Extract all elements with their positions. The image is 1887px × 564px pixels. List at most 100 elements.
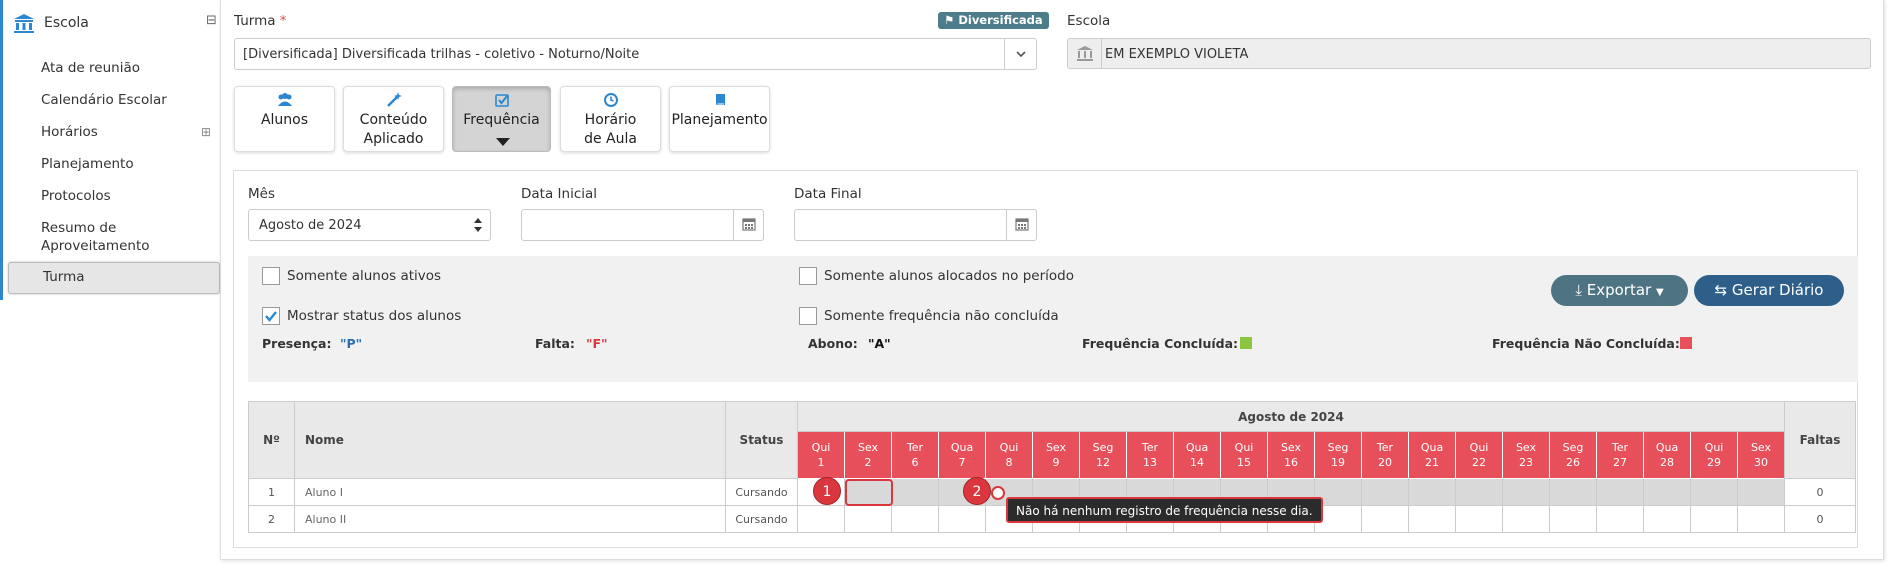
attendance-cell[interactable] [1643,478,1691,506]
sidebar-section-escola[interactable]: Escola ⊟ [11,12,217,36]
step-marker-1: 1 [813,477,841,505]
day-number: 29 [1707,456,1721,469]
attendance-cell[interactable] [1549,505,1597,533]
expand-icon[interactable]: ⊞ [201,126,211,138]
attendance-cell[interactable] [1408,478,1456,506]
attendance-cell[interactable] [1361,478,1409,506]
day-header: Seg 26 [1549,431,1597,479]
day-number: 22 [1472,456,1486,469]
sidebar-item-turma[interactable]: Turma [8,262,220,294]
attendance-cell[interactable] [891,478,939,506]
data-final-input[interactable] [794,209,1037,241]
attendance-cell[interactable] [891,505,939,533]
attendance-cell[interactable] [1737,478,1785,506]
day-weekday: Qua [1420,441,1444,454]
day-weekday: Qua [950,441,974,454]
attendance-cell[interactable] [1408,505,1456,533]
day-weekday: Ter [1376,441,1394,454]
col-faltas: Faltas [1784,401,1856,479]
attendance-cell[interactable] [1596,478,1644,506]
attendance-cell[interactable] [1549,478,1597,506]
day-weekday: Sex [857,441,879,454]
somente-nao-concluida-checkbox[interactable] [799,307,817,325]
sidebar-item-calendario-escolar[interactable]: Calendário Escolar [41,91,167,109]
mes-select-value: Agosto de 2024 [259,218,362,233]
attendance-cell[interactable] [1690,478,1738,506]
sidebar: Escola ⊟ Ata de reunião Calendário Escol… [0,0,221,300]
sidebar-item-planejamento[interactable]: Planejamento [41,155,134,173]
somente-nao-concluida-label: Somente frequência não concluída [824,308,1059,324]
sidebar-item-label: Turma [43,269,85,285]
tab-conteudo-aplicado[interactable]: Conteúdo Aplicado [343,86,444,152]
exportar-button[interactable]: ⤓ Exportar ▼ [1551,275,1688,306]
collapse-icon[interactable]: ⊟ [206,14,217,27]
somente-ativos-checkbox[interactable] [262,267,280,285]
attendance-cell[interactable] [1502,478,1550,506]
legend-concluida-swatch [1240,337,1252,349]
day-number: 15 [1237,456,1251,469]
day-weekday: Qui [1704,441,1724,454]
download-icon: ⤓ [1575,281,1582,299]
calendar-icon[interactable] [733,210,763,240]
col-name: Nome [294,401,726,479]
caret-down-icon: ▼ [1655,287,1664,298]
attendance-cell[interactable] [938,505,986,533]
attendance-cell[interactable] [1455,505,1503,533]
tab-frequencia[interactable]: Frequência [452,86,551,152]
attendance-cell[interactable] [797,505,845,533]
turma-select[interactable]: [Diversificada] Diversificada trilhas - … [234,38,1037,70]
day-header: Qui 22 [1455,431,1503,479]
col-status: Status [725,401,798,479]
day-weekday: Seg [1562,441,1584,454]
chevron-down-icon[interactable] [1004,39,1036,69]
data-inicial-label: Data Inicial [521,186,598,202]
calendar-icon[interactable] [1006,210,1036,240]
row-status: Cursando [725,505,798,533]
attendance-cell[interactable] [1643,505,1691,533]
day-number: 30 [1754,456,1768,469]
data-inicial-input[interactable] [521,209,764,241]
sidebar-item-protocolos[interactable]: Protocolos [41,187,111,205]
tab-horario-de-aula[interactable]: Horário de Aula [560,86,661,152]
attendance-cell[interactable] [1690,505,1738,533]
sidebar-item-resumo-de-aproveitamento[interactable]: Resumo de Aproveitamento [41,219,161,255]
gerar-diario-button[interactable]: ⇆ Gerar Diário [1694,275,1844,306]
day-weekday: Sex [1045,441,1067,454]
legend-abono-label: Abono: [808,336,858,351]
attendance-cell[interactable] [844,505,892,533]
day-header: Qui 29 [1690,431,1738,479]
somente-alocados-label: Somente alunos alocados no período [824,268,1074,284]
attendance-cell[interactable] [1502,505,1550,533]
attendance-cell[interactable] [1737,505,1785,533]
day-header: Ter 6 [891,431,939,479]
row-num: 1 [248,478,295,506]
escola-label: Escola [1067,13,1111,29]
highlight-box [845,479,893,506]
tab-alunos[interactable]: Alunos [234,86,335,152]
attendance-cell[interactable] [1596,505,1644,533]
legend-falta-label: Falta: [535,336,575,351]
day-header: Sex 2 [844,431,892,479]
somente-alocados-checkbox[interactable] [799,267,817,285]
row-num: 2 [248,505,295,533]
day-weekday: Ter [906,441,924,454]
legend-presenca-label: Presença: [262,336,332,351]
day-weekday: Ter [1611,441,1629,454]
day-header: Qua 14 [1173,431,1221,479]
gerar-diario-label: Gerar Diário [1731,281,1824,299]
tab-planejamento[interactable]: Planejamento [669,86,770,152]
mes-select[interactable]: Agosto de 2024 [248,209,491,241]
attendance-cell[interactable] [1361,505,1409,533]
required-mark: * [279,13,287,29]
tooltip: Não há nenhum registro de frequência nes… [1006,497,1323,523]
attendance-cell[interactable] [1455,478,1503,506]
badge-label: Diversificada [958,13,1043,27]
legend-nao-concluida-label: Frequência Não Concluída: [1492,336,1680,351]
day-weekday: Seg [1092,441,1114,454]
day-weekday: Sex [1750,441,1772,454]
mostrar-status-checkbox[interactable] [262,307,280,325]
sidebar-item-horarios[interactable]: Horários ⊞ [41,123,221,141]
day-header: Sex 23 [1502,431,1550,479]
day-weekday: Qua [1185,441,1209,454]
sidebar-item-ata-de-reuniao[interactable]: Ata de reunião [41,59,140,77]
